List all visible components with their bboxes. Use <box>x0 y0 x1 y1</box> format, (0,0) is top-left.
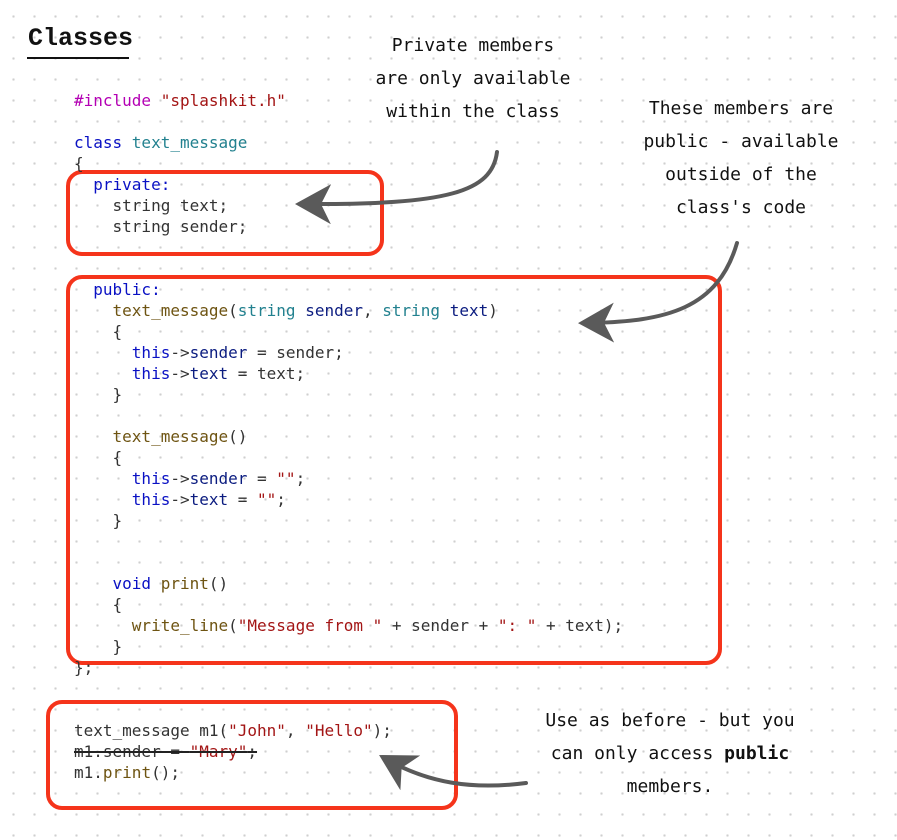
usage-arrow <box>379 755 528 791</box>
private-arrow <box>295 150 499 225</box>
public-arrow <box>578 241 739 343</box>
annotation-arrows <box>295 150 739 791</box>
